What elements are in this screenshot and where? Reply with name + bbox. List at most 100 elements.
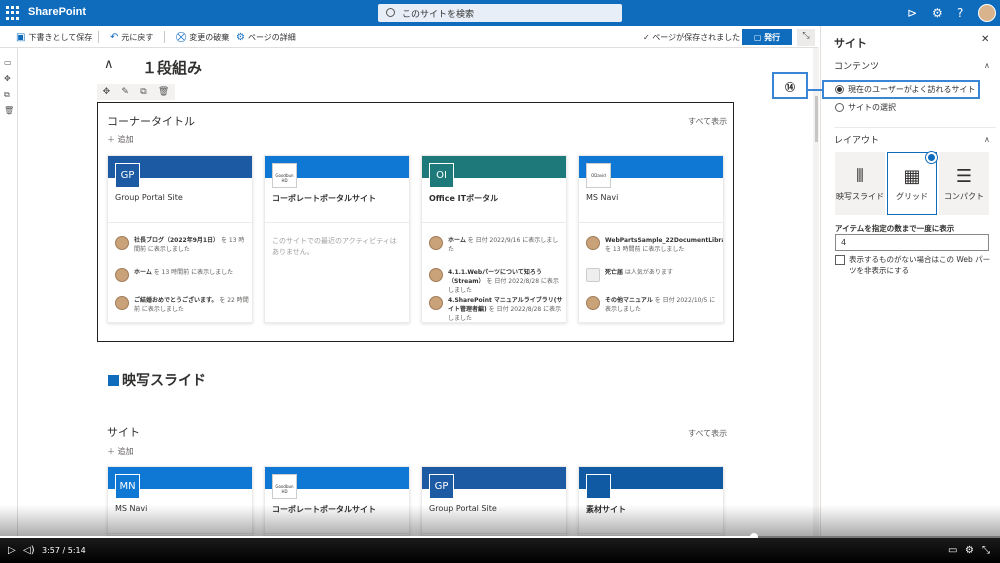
delete-icon[interactable]: 🗑 — [158, 87, 169, 97]
site-card[interactable]: GP Group Portal Site 社長ブログ（2022年9月1日） を 13… — [107, 155, 253, 323]
play-icon[interactable]: ▷ — [8, 545, 16, 556]
divider — [98, 31, 99, 43]
avatar — [115, 268, 129, 282]
chevron-up-icon[interactable]: ∧ — [984, 61, 990, 70]
scrollbar-thumb[interactable] — [815, 96, 818, 142]
activity-item[interactable]: 4.SharePoint マニュアルライブラリ(サイト管理者編) を 日付 20… — [429, 296, 563, 322]
app-name[interactable]: SharePoint — [28, 6, 86, 18]
avatar — [115, 296, 129, 310]
radio-dot — [835, 103, 844, 112]
activity-text: 死亡届 は人気があります — [605, 268, 673, 282]
site-name[interactable]: コーポレートポータルサイト — [272, 193, 376, 204]
site-logo: Goodbun HD — [272, 474, 297, 499]
layout-grid[interactable]: ▦ グリッド — [887, 152, 937, 215]
site-card[interactable]: OI Office ITポータル ホーム を 日付 2022/9/16 に表示しまし… — [421, 155, 567, 323]
checkbox-box[interactable] — [835, 255, 845, 265]
layout-compact[interactable]: ☰ コンパクト — [939, 152, 989, 215]
settings-icon[interactable]: ⚙ — [932, 6, 943, 20]
discard-button[interactable]: ⛒ 変更の破棄 — [176, 32, 229, 43]
site-card[interactable]: Goodbun HD コーポレートポータルサイトこのサイトでの最近のアクティビティ… — [264, 155, 410, 323]
undo-button[interactable]: ↶ 元に戻す — [110, 32, 153, 43]
content-group-header[interactable]: コンテンツ — [834, 59, 879, 72]
move-icon[interactable]: ✥ — [4, 74, 11, 83]
activity-item[interactable]: 社長ブログ（2022年9月1日） を 13 時間前 に表示しました — [115, 236, 249, 254]
move-icon[interactable]: ✥ — [103, 87, 111, 97]
activity-item[interactable]: ホーム を 日付 2022/9/16 に表示しました — [429, 236, 563, 254]
activity-text: ホーム を 13 時間前 に表示しました — [134, 268, 233, 282]
empty-activity: このサイトでの最近のアクティビティはありません。 — [272, 237, 397, 256]
layout-group-header[interactable]: レイアウト — [834, 133, 879, 146]
activity-title: その他マニュアル — [605, 297, 653, 304]
add-link[interactable]: ＋ 追加 — [107, 446, 134, 457]
activity-text: その他マニュアル を 日付 2022/10/5 に表示しました — [605, 296, 720, 314]
megaphone-icon[interactable]: ⊳ — [907, 6, 917, 20]
video-player: ▷ ◁) 3:57 / 5:14 ▭ ⚙ ⤡ — [0, 538, 1000, 563]
publish-label: 発行 — [764, 33, 781, 42]
see-all-link[interactable]: すべて表示 — [688, 428, 727, 439]
webpart-toolbar: ✥ ✎ ⧉ 🗑 — [97, 84, 175, 100]
duplicate-icon[interactable]: ⧉ — [4, 90, 10, 100]
volume-icon[interactable]: ◁) — [23, 545, 35, 556]
close-icon[interactable]: ✕ — [981, 34, 989, 45]
gear-icon: ⚙ — [236, 32, 245, 43]
callout-line — [806, 89, 824, 91]
save-icon: ▣ — [16, 32, 26, 43]
activity-title: ご結婚おめでとうございます。 — [134, 297, 218, 304]
site-logo: Goodbun HD — [272, 163, 297, 188]
hide-empty-checkbox[interactable]: 表示するものがない場合はこの Web パーツを非表示にする — [835, 254, 991, 276]
activity-title: 死亡届 — [605, 269, 624, 276]
layout-label: グリッド — [896, 191, 928, 201]
fullscreen-icon[interactable]: ⤡ — [982, 545, 990, 556]
add-link[interactable]: ＋ 追加 — [107, 134, 134, 145]
activity-item[interactable]: WebPartsSample_22DocumentLibrary を 13 時間… — [586, 236, 723, 254]
delete-icon[interactable]: 🗑 — [4, 106, 14, 115]
activity-text: WebPartsSample_22DocumentLibrary を 13 時間… — [605, 236, 723, 254]
see-all-link[interactable]: すべて表示 — [688, 116, 727, 127]
current-time: 3:57 — [42, 546, 60, 555]
slide-section-label: 映写スライド — [122, 373, 206, 389]
site-card[interactable]: ODavid MS Navi WebPartsSample_22DocumentLi… — [578, 155, 724, 323]
activity-item[interactable]: ご結婚おめでとうございます。 を 22 時間前 に表示しました — [115, 296, 249, 314]
site-name[interactable]: Office ITポータル — [429, 193, 498, 204]
app-launcher-icon[interactable] — [6, 6, 20, 20]
save-draft-button[interactable]: ▣ 下書きとして保存 — [16, 32, 92, 43]
discard-icon: ⛒ — [176, 32, 187, 43]
undo-label: 元に戻す — [121, 33, 154, 42]
activity-item[interactable]: 4.1.1.Webパーツについて知ろう（Stream） を 日付 2022/8/… — [429, 268, 563, 295]
layout-filmstrip[interactable]: ⦀ 映写スライド — [835, 152, 885, 215]
site-name[interactable]: MS Navi — [586, 193, 618, 202]
edit-icon[interactable]: ✎ — [121, 87, 129, 97]
item-count-input[interactable]: 4 — [835, 234, 989, 251]
help-icon[interactable]: ? — [957, 6, 963, 20]
time-display: 3:57 / 5:14 — [42, 546, 86, 555]
layout-label: コンパクト — [944, 191, 984, 201]
discard-label: 変更の破棄 — [189, 33, 230, 42]
activity-detail: は人気があります — [623, 269, 673, 276]
activity-text: ご結婚おめでとうございます。 を 22 時間前 に表示しました — [134, 296, 249, 314]
site-name[interactable]: Group Portal Site — [115, 193, 183, 202]
hide-empty-label: 表示するものがない場合はこの Web パーツを非表示にする — [849, 255, 991, 275]
site-logo — [586, 474, 611, 499]
site-logo: ODavid — [586, 163, 611, 188]
settings-icon[interactable]: ⚙ — [965, 545, 974, 556]
activity-item[interactable]: ホーム を 13 時間前 に表示しました — [115, 268, 249, 282]
activity-item[interactable]: その他マニュアル を 日付 2022/10/5 に表示しました — [586, 296, 720, 314]
chevron-up-icon[interactable]: ∧ — [104, 57, 114, 72]
site-logo: GP — [429, 474, 454, 499]
comment-icon[interactable]: ▭ — [4, 58, 12, 67]
collapse-icon[interactable]: ⤡ — [797, 29, 815, 46]
captions-icon[interactable]: ▭ — [948, 545, 957, 556]
radio-select-sites[interactable]: サイトの選択 — [835, 102, 896, 113]
chevron-up-icon[interactable]: ∧ — [984, 135, 990, 144]
webpart2-title[interactable]: サイト — [107, 424, 140, 440]
webpart-title[interactable]: コーナータイトル — [107, 113, 195, 129]
divider — [579, 222, 723, 223]
activity-item[interactable]: 死亡届 は人気があります — [586, 268, 720, 282]
avatar[interactable] — [978, 4, 996, 22]
list-icon: ☰ — [955, 165, 973, 187]
chart-icon — [586, 268, 600, 282]
page-details-button[interactable]: ⚙ ページの詳細 — [236, 32, 296, 43]
search-box[interactable]: このサイトを検索 — [378, 4, 622, 22]
duplicate-icon[interactable]: ⧉ — [140, 87, 146, 97]
publish-button[interactable]: ▢ 発行 — [742, 29, 792, 45]
